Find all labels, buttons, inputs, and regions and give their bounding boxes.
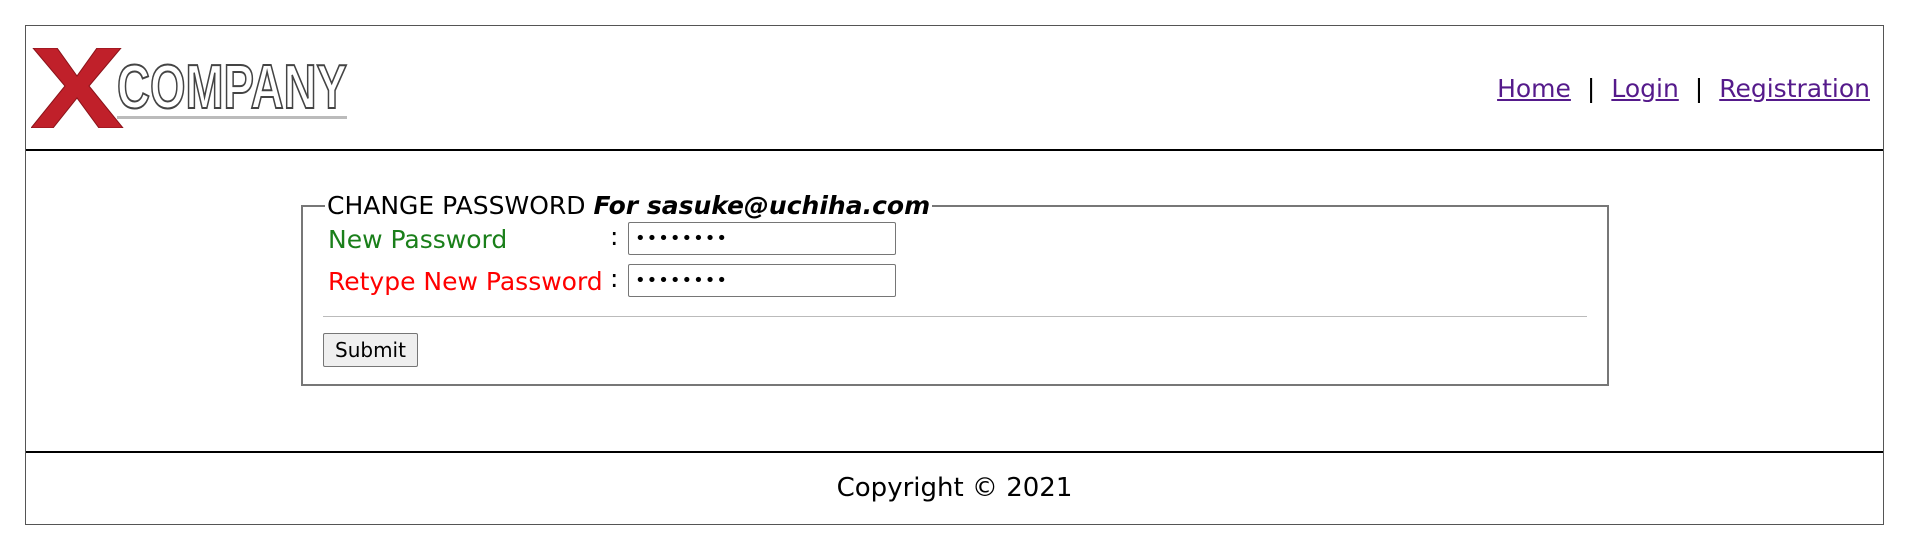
page-frame: COMPANY Home | Login | Registration CHANGE P…	[25, 25, 1884, 525]
copyright-text: Copyright © 2021	[836, 473, 1073, 503]
change-password-legend: CHANGE PASSWORD For sasuke@uchiha.com	[325, 191, 932, 220]
nav-registration-link[interactable]: Registration	[1719, 74, 1870, 103]
form-divider	[323, 316, 1587, 317]
company-logo: COMPANY	[31, 48, 348, 128]
site-footer: Copyright © 2021	[26, 451, 1883, 524]
new-password-row: New Password :	[323, 220, 1587, 262]
retype-password-input[interactable]	[628, 264, 896, 297]
nav-separator: |	[1694, 74, 1704, 103]
colon: :	[610, 264, 619, 293]
svg-text:COMPANY: COMPANY	[117, 53, 347, 122]
site-header: COMPANY Home | Login | Registration	[26, 26, 1883, 151]
nav-login-link[interactable]: Login	[1611, 74, 1678, 103]
retype-password-label: Retype New Password	[328, 267, 603, 296]
top-nav: Home | Login | Registration	[1497, 74, 1870, 103]
new-password-label: New Password	[328, 225, 508, 254]
new-password-input[interactable]	[628, 222, 896, 255]
main-content: CHANGE PASSWORD For sasuke@uchiha.com Ne…	[26, 151, 1883, 476]
submit-button[interactable]: Submit	[323, 333, 418, 367]
retype-password-row: Retype New Password :	[323, 262, 1587, 304]
nav-home-link[interactable]: Home	[1497, 74, 1571, 103]
nav-separator: |	[1586, 74, 1596, 103]
legend-title: CHANGE PASSWORD	[327, 191, 586, 220]
change-password-fieldset: CHANGE PASSWORD For sasuke@uchiha.com Ne…	[301, 191, 1609, 386]
legend-user-email: For sasuke@uchiha.com	[593, 191, 931, 220]
colon: :	[610, 222, 619, 251]
